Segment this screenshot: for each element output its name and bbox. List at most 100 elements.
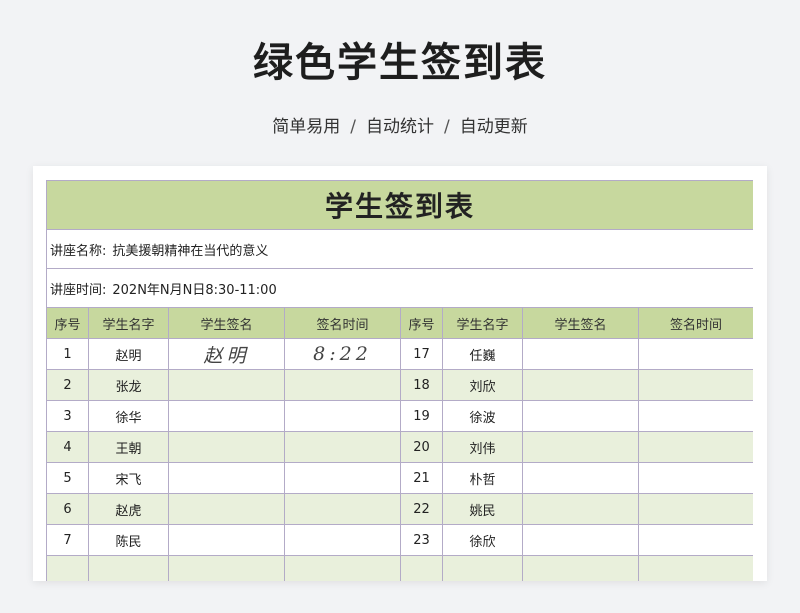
signature-cell[interactable]	[522, 369, 639, 401]
sign-time-cell[interactable]	[637, 369, 753, 401]
sign-time-cell[interactable]	[284, 369, 401, 401]
table-row: 6 赵虎 22 姚民	[46, 493, 753, 525]
serial-number-cell[interactable]: 2	[46, 369, 89, 401]
signature-cell[interactable]	[522, 400, 639, 432]
subtitle-separator: /	[444, 117, 450, 137]
header-cell: 序号	[400, 307, 443, 339]
table-row	[46, 555, 753, 581]
sign-time-cell[interactable]	[637, 400, 753, 432]
signature-cell[interactable]: 赵明	[168, 338, 285, 370]
sign-in-table: 学生签到表 讲座名称: 抗美援朝精神在当代的意义 讲座时间: 202N年N月N日8:…	[46, 180, 753, 581]
student-name-cell[interactable]: 姚民	[442, 493, 523, 525]
signature-cell[interactable]	[522, 524, 639, 556]
subtitle-item: 简单易用	[272, 117, 341, 137]
serial-number-cell[interactable]: 19	[400, 400, 443, 432]
header-cell: 学生名字	[442, 307, 523, 339]
signature-cell[interactable]	[522, 338, 639, 370]
sign-time-cell[interactable]	[284, 555, 401, 581]
sign-time-cell[interactable]	[284, 493, 401, 525]
serial-number-cell[interactable]: 3	[46, 400, 89, 432]
signature-cell[interactable]	[168, 493, 285, 525]
student-name-cell[interactable]: 赵明	[88, 338, 169, 370]
table-row: 5 宋飞 21 朴哲	[46, 462, 753, 494]
sign-time-cell[interactable]	[637, 338, 753, 370]
student-name-cell[interactable]: 王朝	[88, 431, 169, 463]
serial-number-cell[interactable]: 17	[400, 338, 443, 370]
lecture-time-cell[interactable]: 讲座时间: 202N年N月N日8:30-11:00	[46, 268, 753, 308]
student-name-cell[interactable]	[88, 555, 169, 581]
table-row: 7 陈民 23 徐欣	[46, 524, 753, 556]
serial-number-cell[interactable]	[400, 555, 443, 581]
serial-number-cell[interactable]: 23	[400, 524, 443, 556]
sign-time-cell[interactable]	[637, 524, 753, 556]
student-name-cell[interactable]: 刘欣	[442, 369, 523, 401]
signature-cell[interactable]	[168, 431, 285, 463]
serial-number-cell[interactable]: 22	[400, 493, 443, 525]
table-header-row: 序号 学生名字 学生签名 签名时间 序号 学生名字 学生签名 签名时间	[46, 307, 753, 339]
serial-number-cell[interactable]: 6	[46, 493, 89, 525]
sign-time-cell[interactable]	[284, 462, 401, 494]
sign-time-cell[interactable]: 8:22	[284, 338, 401, 370]
table-row: 2 张龙 18 刘欣	[46, 369, 753, 401]
serial-number-cell[interactable]: 1	[46, 338, 89, 370]
lecture-time-value: 202N年N月N日8:30-11:00	[112, 282, 277, 298]
header-cell: 学生签名	[522, 307, 639, 339]
lecture-time-label: 讲座时间:	[50, 282, 107, 298]
header-cell: 签名时间	[637, 307, 753, 339]
signature-cell[interactable]	[168, 369, 285, 401]
subtitle-item: 自动更新	[459, 117, 528, 137]
lecture-name-row: 讲座名称: 抗美援朝精神在当代的意义	[46, 229, 753, 269]
serial-number-cell[interactable]: 7	[46, 524, 89, 556]
student-name-cell[interactable]	[442, 555, 523, 581]
lecture-time-row: 讲座时间: 202N年N月N日8:30-11:00	[46, 268, 753, 308]
sign-time-cell[interactable]	[284, 431, 401, 463]
signature-cell[interactable]	[168, 462, 285, 494]
student-name-cell[interactable]: 徐欣	[442, 524, 523, 556]
sheet-card: 学生签到表 讲座名称: 抗美援朝精神在当代的意义 讲座时间: 202N年N月N日8:…	[33, 166, 767, 581]
spreadsheet: 学生签到表 讲座名称: 抗美援朝精神在当代的意义 讲座时间: 202N年N月N日8:…	[46, 180, 753, 581]
sign-time-cell[interactable]	[637, 555, 753, 581]
signature-cell[interactable]	[522, 431, 639, 463]
lecture-name-cell[interactable]: 讲座名称: 抗美援朝精神在当代的意义	[46, 229, 753, 269]
table-row: 4 王朝 20 刘伟	[46, 431, 753, 463]
student-name-cell[interactable]: 宋飞	[88, 462, 169, 494]
signature-cell[interactable]	[168, 400, 285, 432]
header-cell: 签名时间	[284, 307, 401, 339]
header-cell: 学生名字	[88, 307, 169, 339]
sign-time-cell[interactable]	[637, 431, 753, 463]
signature-cell[interactable]	[168, 555, 285, 581]
sign-time-cell[interactable]	[637, 462, 753, 494]
sign-time-cell[interactable]	[284, 524, 401, 556]
student-name-cell[interactable]: 张龙	[88, 369, 169, 401]
student-name-cell[interactable]: 徐波	[442, 400, 523, 432]
student-name-cell[interactable]: 任巍	[442, 338, 523, 370]
student-name-cell[interactable]: 徐华	[88, 400, 169, 432]
table-row: 1 赵明 赵明 8:22 17 任巍	[46, 338, 753, 370]
table-row: 3 徐华 19 徐波	[46, 400, 753, 432]
signature-cell[interactable]	[522, 462, 639, 494]
signature-cell[interactable]	[168, 524, 285, 556]
serial-number-cell[interactable]: 5	[46, 462, 89, 494]
serial-number-cell[interactable]: 18	[400, 369, 443, 401]
signature-cell[interactable]	[522, 555, 639, 581]
serial-number-cell[interactable]	[46, 555, 89, 581]
signature-cell[interactable]	[522, 493, 639, 525]
sheet-title-row: 学生签到表	[46, 180, 753, 230]
sign-time-cell[interactable]	[637, 493, 753, 525]
serial-number-cell[interactable]: 20	[400, 431, 443, 463]
lecture-name-label: 讲座名称:	[50, 243, 107, 259]
student-name-cell[interactable]: 刘伟	[442, 431, 523, 463]
header-cell: 序号	[46, 307, 89, 339]
subtitle-separator: /	[350, 117, 356, 137]
page-title: 绿色学生签到表	[253, 40, 547, 86]
subtitle: 简单易用 / 自动统计 / 自动更新	[0, 112, 800, 137]
sheet-title: 学生签到表	[46, 180, 753, 230]
serial-number-cell[interactable]: 21	[400, 462, 443, 494]
student-name-cell[interactable]: 陈民	[88, 524, 169, 556]
serial-number-cell[interactable]: 4	[46, 431, 89, 463]
subtitle-item: 自动统计	[366, 117, 434, 137]
student-name-cell[interactable]: 朴哲	[442, 462, 523, 494]
header-cell: 学生签名	[168, 307, 285, 339]
student-name-cell[interactable]: 赵虎	[88, 493, 169, 525]
sign-time-cell[interactable]	[284, 400, 401, 432]
